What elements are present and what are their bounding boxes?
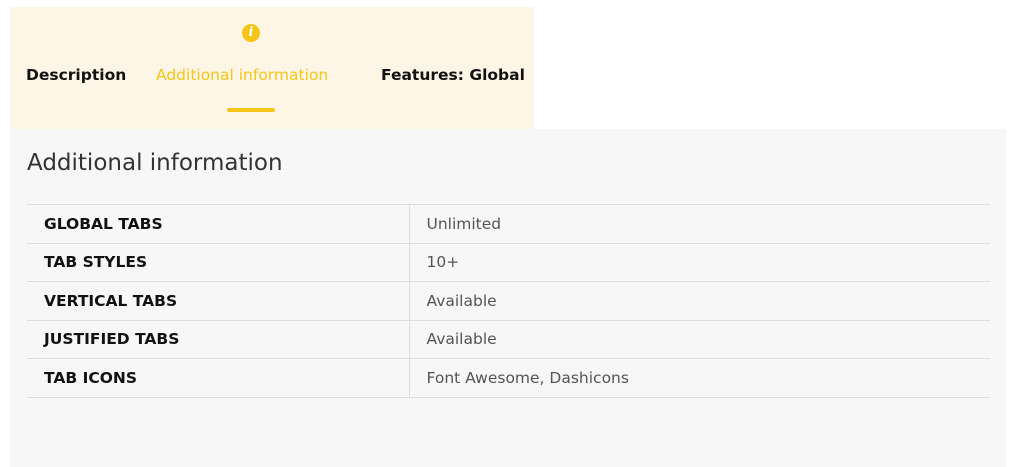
attribute-key: VERTICAL TABS xyxy=(27,281,410,321)
attribute-value: Available xyxy=(409,319,990,359)
active-tab-indicator xyxy=(227,108,275,112)
tab-additional-information[interactable]: Additional information xyxy=(156,65,328,85)
attribute-key: TAB ICONS xyxy=(27,358,410,398)
table-row: VERTICAL TABS Available xyxy=(27,281,990,321)
tab-bar: Description i Additional information Fea… xyxy=(10,7,534,129)
table-row: GLOBAL TABS Unlimited xyxy=(27,204,990,244)
tab-panel: Additional information GLOBAL TABS Unlim… xyxy=(10,129,1006,467)
attribute-value: Available xyxy=(409,281,990,321)
table-row: JUSTIFIED TABS Available xyxy=(27,319,990,359)
attribute-value: Unlimited xyxy=(409,204,990,244)
tab-description[interactable]: Description xyxy=(26,65,126,85)
attribute-key: JUSTIFIED TABS xyxy=(27,319,410,359)
attribute-value: Font Awesome, Dashicons xyxy=(409,358,990,398)
attributes-table: GLOBAL TABS Unlimited TAB STYLES 10+ VER… xyxy=(27,204,990,398)
panel-title: Additional information xyxy=(27,150,283,176)
attribute-key: GLOBAL TABS xyxy=(27,204,410,244)
table-row: TAB STYLES 10+ xyxy=(27,242,990,282)
attribute-key: TAB STYLES xyxy=(27,242,410,282)
tab-features-global[interactable]: Features: Global xyxy=(381,65,525,85)
attribute-value: 10+ xyxy=(409,242,990,282)
table-row: TAB ICONS Font Awesome, Dashicons xyxy=(27,358,990,398)
info-icon: i xyxy=(242,24,260,42)
